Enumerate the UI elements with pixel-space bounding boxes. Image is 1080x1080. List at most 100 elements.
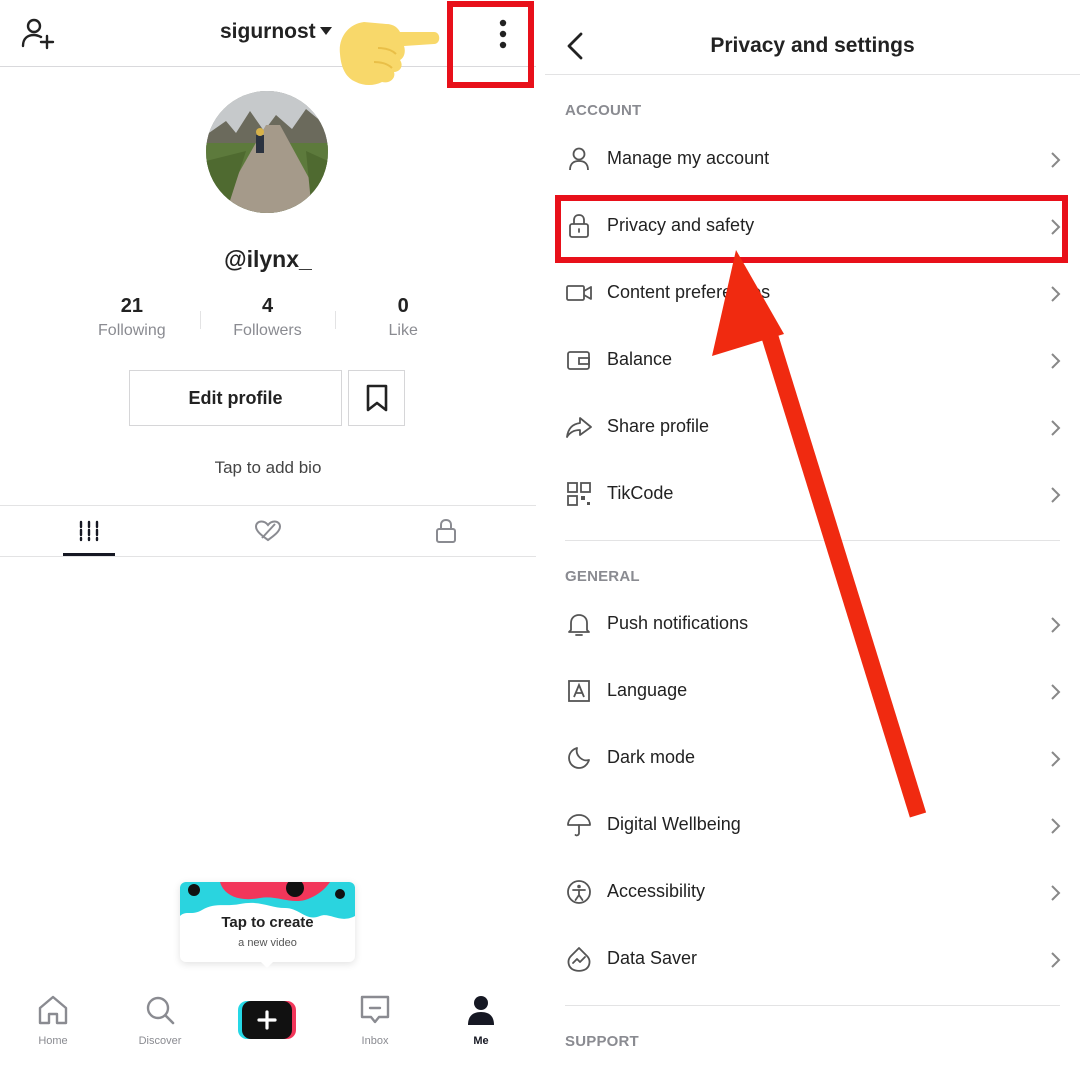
hidden-heart-icon <box>254 520 282 542</box>
tab-private[interactable] <box>420 506 472 556</box>
chevron-right-icon <box>1051 818 1061 834</box>
settings-item-label: Accessibility <box>607 881 706 901</box>
profile-screen: sigurnost @ilynx_ 21 Following 4 Followe… <box>0 0 536 1080</box>
nav-me[interactable]: Me <box>436 985 526 1047</box>
stat-label: Following <box>98 322 166 339</box>
chevron-right-icon <box>1051 420 1061 436</box>
chevron-right-icon <box>1051 885 1061 901</box>
bookmark-icon <box>366 384 387 412</box>
tooltip-subtitle: a new video <box>238 937 297 949</box>
stat-label: Like <box>388 322 418 339</box>
nav-label: Me <box>473 1035 489 1047</box>
search-icon <box>146 996 175 1025</box>
stat-likes[interactable]: 0 Like <box>335 293 471 353</box>
stat-value: 0 <box>397 295 409 317</box>
nav-label: Home <box>38 1035 68 1047</box>
settings-item-label: Digital Wellbeing <box>607 814 741 834</box>
chevron-right-icon <box>1051 152 1061 168</box>
username-label: sigurnost <box>220 20 316 43</box>
settings-item-label: TikCode <box>607 483 674 503</box>
settings-item-balance[interactable]: Balance <box>545 331 1080 391</box>
section-divider <box>565 1005 1060 1006</box>
grid-icon <box>79 520 99 542</box>
nav-label: Discover <box>138 1035 182 1047</box>
profile-stats: 21 Following 4 Followers 0 Like <box>64 293 471 353</box>
inbox-icon <box>360 995 390 1024</box>
settings-screen: Privacy and settings ACCOUNT Manage my a… <box>545 0 1080 1080</box>
tooltip-arrow <box>259 960 275 968</box>
create-video-button[interactable] <box>238 1001 296 1039</box>
nav-inbox[interactable]: Inbox <box>330 985 420 1047</box>
chevron-right-icon <box>1051 286 1061 302</box>
qr-code-icon <box>567 482 591 506</box>
settings-item-label: Data Saver <box>607 948 698 968</box>
settings-item-label: Content preferences <box>607 282 771 302</box>
settings-item-language[interactable]: Language <box>545 662 1080 722</box>
section-label-support: SUPPORT <box>565 1033 639 1050</box>
section-label-account: ACCOUNT <box>565 102 642 119</box>
settings-item-push-notifications[interactable]: Push notifications <box>545 595 1080 655</box>
settings-item-label: Dark mode <box>607 747 696 767</box>
avatar-photo <box>206 91 328 213</box>
settings-item-data-saver[interactable]: Data Saver <box>545 930 1080 990</box>
home-icon <box>38 995 68 1025</box>
tab-videos[interactable] <box>63 506 115 556</box>
more-options-highlight <box>447 1 534 88</box>
settings-item-label: Share profile <box>607 416 710 436</box>
stat-label: Followers <box>233 322 302 339</box>
tab-liked[interactable] <box>240 506 296 556</box>
settings-item-dark-mode[interactable]: Dark mode <box>545 729 1080 789</box>
chevron-right-icon <box>1051 487 1061 503</box>
settings-item-manage-account[interactable]: Manage my account <box>545 130 1080 190</box>
share-icon <box>566 417 592 438</box>
settings-item-label: Manage my account <box>607 148 770 168</box>
data-saver-icon <box>567 947 591 972</box>
moon-icon <box>568 747 590 769</box>
caret-down-icon <box>319 27 332 35</box>
add-user-icon[interactable] <box>20 16 56 52</box>
profile-handle: @ilynx_ <box>224 246 312 272</box>
avatar[interactable] <box>206 91 328 213</box>
bookmark-button[interactable] <box>348 370 405 426</box>
edit-profile-button[interactable]: Edit profile <box>129 370 342 426</box>
nav-home[interactable]: Home <box>8 985 98 1047</box>
username-dropdown[interactable]: sigurnost <box>220 20 332 44</box>
nav-label: Inbox <box>361 1035 389 1047</box>
video-icon <box>566 285 592 301</box>
section-label-general: GENERAL <box>565 568 640 585</box>
page-title: Privacy and settings <box>710 34 915 57</box>
bottom-navigation: Home Discover Inbox Me <box>0 985 536 1080</box>
settings-header: Privacy and settings <box>545 0 1080 75</box>
stat-followers[interactable]: 4 Followers <box>199 293 336 353</box>
chevron-right-icon <box>1051 684 1061 700</box>
nav-discover[interactable]: Discover <box>115 985 205 1047</box>
chevron-right-icon <box>1051 353 1061 369</box>
lock-icon <box>436 518 456 543</box>
accessibility-icon <box>567 880 591 904</box>
language-icon <box>568 680 590 702</box>
profile-tabs <box>0 505 536 557</box>
add-bio-prompt[interactable]: Tap to add bio <box>0 458 536 478</box>
chevron-right-icon <box>1051 751 1061 767</box>
tooltip-title: Tap to create <box>221 914 314 931</box>
umbrella-icon <box>567 814 591 837</box>
settings-item-label: Balance <box>607 349 673 369</box>
settings-item-accessibility[interactable]: Accessibility <box>545 863 1080 923</box>
settings-item-share-profile[interactable]: Share profile <box>545 398 1080 458</box>
create-tooltip[interactable]: Tap to create a new video <box>180 882 355 962</box>
wallet-icon <box>567 351 590 370</box>
active-tab-indicator <box>63 553 115 556</box>
pointing-hand-icon <box>339 22 440 85</box>
privacy-and-safety-highlight <box>555 195 1068 263</box>
chevron-right-icon <box>1051 617 1061 633</box>
stat-value: 21 <box>120 295 143 317</box>
settings-item-content-preferences[interactable]: Content preferences <box>545 264 1080 324</box>
section-divider <box>565 540 1060 541</box>
settings-item-tikcode[interactable]: TikCode <box>545 465 1080 525</box>
stat-value: 4 <box>261 295 274 317</box>
settings-item-digital-wellbeing[interactable]: Digital Wellbeing <box>545 796 1080 856</box>
stat-following[interactable]: 21 Following <box>64 293 200 353</box>
person-icon <box>569 147 589 171</box>
user-icon <box>468 996 494 1025</box>
settings-item-label: Language <box>607 680 688 700</box>
